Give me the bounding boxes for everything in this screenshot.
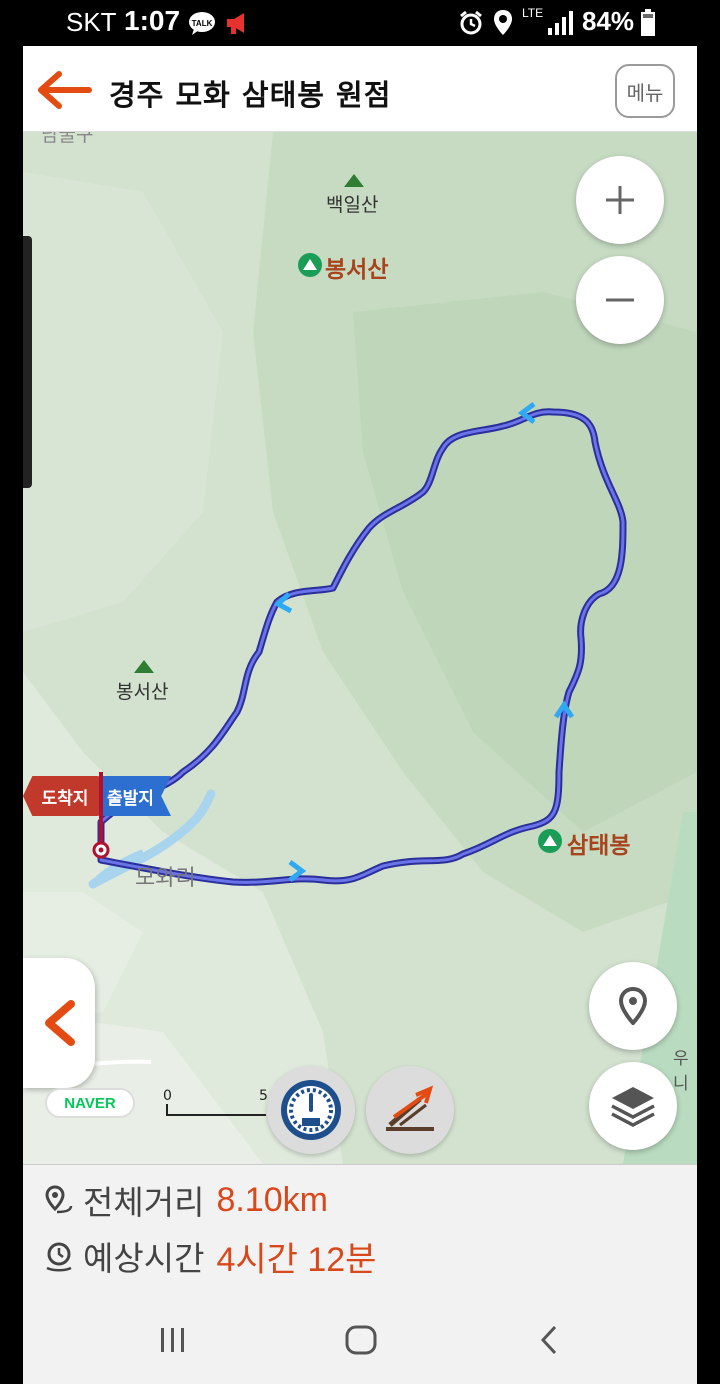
map-label-mohwari: 모와리 <box>135 865 196 890</box>
talk-notification-icon: TALK <box>189 12 215 35</box>
direction-arrow-icon <box>553 700 575 719</box>
scale-start-label: 0 <box>163 1088 172 1104</box>
minus-icon <box>606 298 634 302</box>
chevron-left-icon <box>45 1000 75 1046</box>
direction-arrow-icon <box>273 592 293 614</box>
start-point-icon <box>92 841 110 859</box>
time-label: 예상시간 <box>83 1239 205 1278</box>
distance-value: 8.10km <box>216 1180 328 1219</box>
clock: 1:07 <box>124 5 181 36</box>
speed-gauge-button[interactable] <box>267 1066 355 1154</box>
back-button[interactable] <box>35 66 93 114</box>
peak-label-samtaebong: 삼태봉 <box>567 833 631 859</box>
direction-arrow-icon <box>517 402 536 424</box>
battery-icon <box>641 9 655 36</box>
carrier-label: SKT <box>66 7 117 37</box>
back-icon <box>540 1325 557 1355</box>
departure-label: 출발지 <box>107 788 154 809</box>
network-type: LTE <box>522 6 544 20</box>
map-label-bongseosan: 봉서산 <box>116 682 169 703</box>
zoom-in-button[interactable] <box>576 156 664 244</box>
map-label-baekilsan: 백일산 <box>326 195 379 216</box>
flag-pole <box>99 772 103 850</box>
scale-end-label: 5 <box>259 1088 268 1104</box>
distance-label: 전체거리 <box>83 1183 205 1222</box>
arrival-label: 도착지 <box>41 788 89 809</box>
peak-label-bongseosan: 봉서산 <box>325 257 389 283</box>
peak-icon <box>538 829 562 853</box>
direction-arrow-icon <box>288 860 307 882</box>
arrow-left-icon <box>38 71 92 109</box>
time-row: 예상시간 4시간 12분 <box>43 1231 376 1281</box>
map-layers-button[interactable] <box>589 1062 677 1150</box>
map-view[interactable]: 남굴구 백일산 봉서산 봉서산 삼태봉 모와리 우니 도착지 출발지 NAVER… <box>23 132 697 1164</box>
map-scale-bar: 0 5 <box>163 1088 273 1122</box>
app-header: 경주 모화 삼태봉 원점 메뉴 <box>23 46 697 132</box>
slope-icon <box>386 1085 434 1131</box>
menu-button[interactable]: 메뉴 <box>615 64 675 118</box>
plus-icon <box>606 186 634 214</box>
peak-icon <box>298 253 322 277</box>
page-title: 경주 모화 삼태봉 원점 <box>109 78 392 112</box>
distance-row: 전체거리 8.10km <box>43 1175 328 1225</box>
speedometer-icon <box>281 1080 341 1140</box>
zoom-out-button[interactable] <box>576 256 664 344</box>
home-button[interactable] <box>331 1320 391 1360</box>
mountain-icon <box>134 660 154 673</box>
megaphone-icon <box>227 13 244 34</box>
clock-icon <box>46 1242 72 1272</box>
location-icon <box>494 10 512 35</box>
route-summary-panel: 전체거리 8.10km 예상시간 4시간 12분 <box>23 1164 697 1294</box>
home-icon <box>345 1325 377 1355</box>
status-bar: SKT 1:07 TALK LTE 84% <box>0 0 720 46</box>
route-distance-icon <box>45 1185 73 1214</box>
departure-flag[interactable]: 출발지 <box>101 776 171 816</box>
system-nav-bar <box>23 1294 697 1384</box>
recent-apps-button[interactable] <box>143 1320 203 1360</box>
elevation-profile-button[interactable] <box>366 1066 454 1154</box>
layers-icon <box>611 1087 655 1127</box>
location-pin-icon <box>618 987 648 1025</box>
app-screen: 경주 모화 삼태봉 원점 메뉴 남굴구 백일산 봉서산 봉서산 삼태봉 모와리 … <box>23 46 697 1384</box>
side-drawer-handle[interactable] <box>23 236 32 488</box>
arrival-flag[interactable]: 도착지 <box>23 776 101 816</box>
signal-icon <box>548 11 573 35</box>
svg-text:TALK: TALK <box>192 19 213 28</box>
time-value: 4시간 12분 <box>216 1240 377 1279</box>
map-label-top-clipped: 남굴구 <box>41 132 94 146</box>
naver-logo: NAVER <box>45 1088 135 1118</box>
map-label-edge: 우니 <box>673 1049 689 1093</box>
alarm-icon <box>460 10 482 35</box>
system-back-button[interactable] <box>519 1320 579 1360</box>
collapse-panel-button[interactable] <box>23 958 95 1088</box>
recent-apps-icon <box>161 1328 184 1352</box>
my-location-button[interactable] <box>589 962 677 1050</box>
mountain-icon <box>344 174 364 187</box>
battery-percent: 84% <box>582 6 635 36</box>
